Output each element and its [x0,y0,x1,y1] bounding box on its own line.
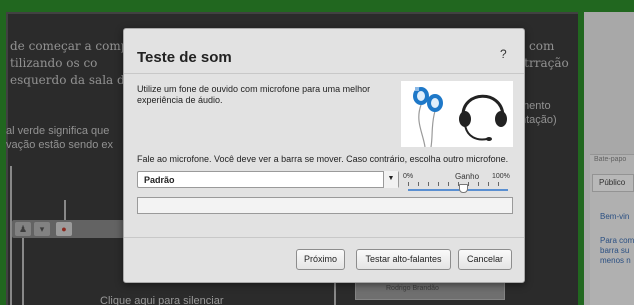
help-icon[interactable]: ? [500,47,507,61]
earphones-icon [413,87,507,148]
gain-ticks [408,182,508,186]
footer-divider [124,237,524,238]
sound-test-dialog: Teste de som ? Utilize um fone de ouvido… [123,28,525,283]
headphones-illustration [401,81,513,148]
title-divider [124,73,524,74]
gain-slider-thumb[interactable] [459,184,468,193]
microphone-select[interactable]: Padrão ▼ [137,171,399,188]
microphone-select-value: Padrão [144,175,175,185]
gain-label: Ganho [455,172,480,181]
headset-icon [459,94,507,141]
gain-max-label: 100% [492,173,510,180]
mic-level-bar [137,197,513,214]
chevron-down-icon[interactable]: ▼ [383,171,398,188]
dialog-description: Utilize um fone de ouvido com microfone … [137,84,371,105]
test-speakers-button[interactable]: Testar alto-falantes [356,249,451,270]
gain-min-label: 0% [403,173,414,180]
microphone-instruction: Fale ao microfone. Você deve ver a barra… [137,154,509,164]
cancel-button[interactable]: Cancelar [458,249,512,270]
dialog-title: Teste de som [137,49,232,66]
gain-slider-track[interactable] [408,189,508,191]
next-button[interactable]: Próximo [296,249,345,270]
